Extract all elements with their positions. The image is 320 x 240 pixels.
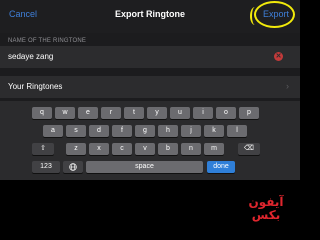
key-d[interactable]: d: [89, 125, 109, 137]
globe-icon: [69, 163, 77, 171]
key-e[interactable]: e: [78, 107, 98, 119]
key-i[interactable]: i: [193, 107, 213, 119]
key-j[interactable]: j: [181, 125, 201, 137]
key-w[interactable]: w: [55, 107, 75, 119]
key-z[interactable]: z: [66, 143, 86, 155]
key-k[interactable]: k: [204, 125, 224, 137]
globe-key[interactable]: [63, 161, 83, 173]
numbers-key[interactable]: 123: [32, 161, 60, 173]
watermark: آیفون بکس: [236, 196, 296, 222]
key-b[interactable]: b: [158, 143, 178, 155]
keyboard: q w e r t y u i o p a s d f g h j k l ⇧ …: [0, 101, 300, 180]
shift-key[interactable]: ⇧: [32, 143, 54, 155]
key-p[interactable]: p: [239, 107, 259, 119]
key-f[interactable]: f: [112, 125, 132, 137]
your-ringtones-label: Your Ringtones: [8, 82, 63, 91]
name-section-header: NAME OF THE RINGTONE: [8, 38, 87, 44]
key-n[interactable]: n: [181, 143, 201, 155]
space-key[interactable]: space: [86, 161, 203, 173]
navigation-bar: Cancel Export Ringtone Export: [0, 0, 300, 33]
chevron-right-icon: ›: [286, 81, 289, 91]
key-h[interactable]: h: [158, 125, 178, 137]
key-m[interactable]: m: [204, 143, 224, 155]
key-g[interactable]: g: [135, 125, 155, 137]
export-button[interactable]: Export: [263, 9, 289, 19]
key-y[interactable]: y: [147, 107, 167, 119]
key-x[interactable]: x: [89, 143, 109, 155]
key-v[interactable]: v: [135, 143, 155, 155]
key-a[interactable]: a: [43, 125, 63, 137]
watermark-line-2: بکس: [251, 208, 281, 222]
export-ringtone-screen: Cancel Export Ringtone Export NAME OF TH…: [0, 0, 300, 180]
clear-icon[interactable]: ✕: [274, 52, 283, 61]
key-u[interactable]: u: [170, 107, 190, 119]
ringtone-name-field[interactable]: sedaye zang ✕: [0, 46, 300, 68]
key-l[interactable]: l: [227, 125, 247, 137]
key-s[interactable]: s: [66, 125, 86, 137]
done-key[interactable]: done: [207, 161, 235, 173]
your-ringtones-row[interactable]: Your Ringtones ›: [0, 76, 300, 98]
delete-key[interactable]: ⌫: [238, 143, 260, 155]
key-t[interactable]: t: [124, 107, 144, 119]
ringtone-name-input[interactable]: sedaye zang: [8, 52, 53, 61]
key-o[interactable]: o: [216, 107, 236, 119]
key-c[interactable]: c: [112, 143, 132, 155]
key-r[interactable]: r: [101, 107, 121, 119]
key-q[interactable]: q: [32, 107, 52, 119]
